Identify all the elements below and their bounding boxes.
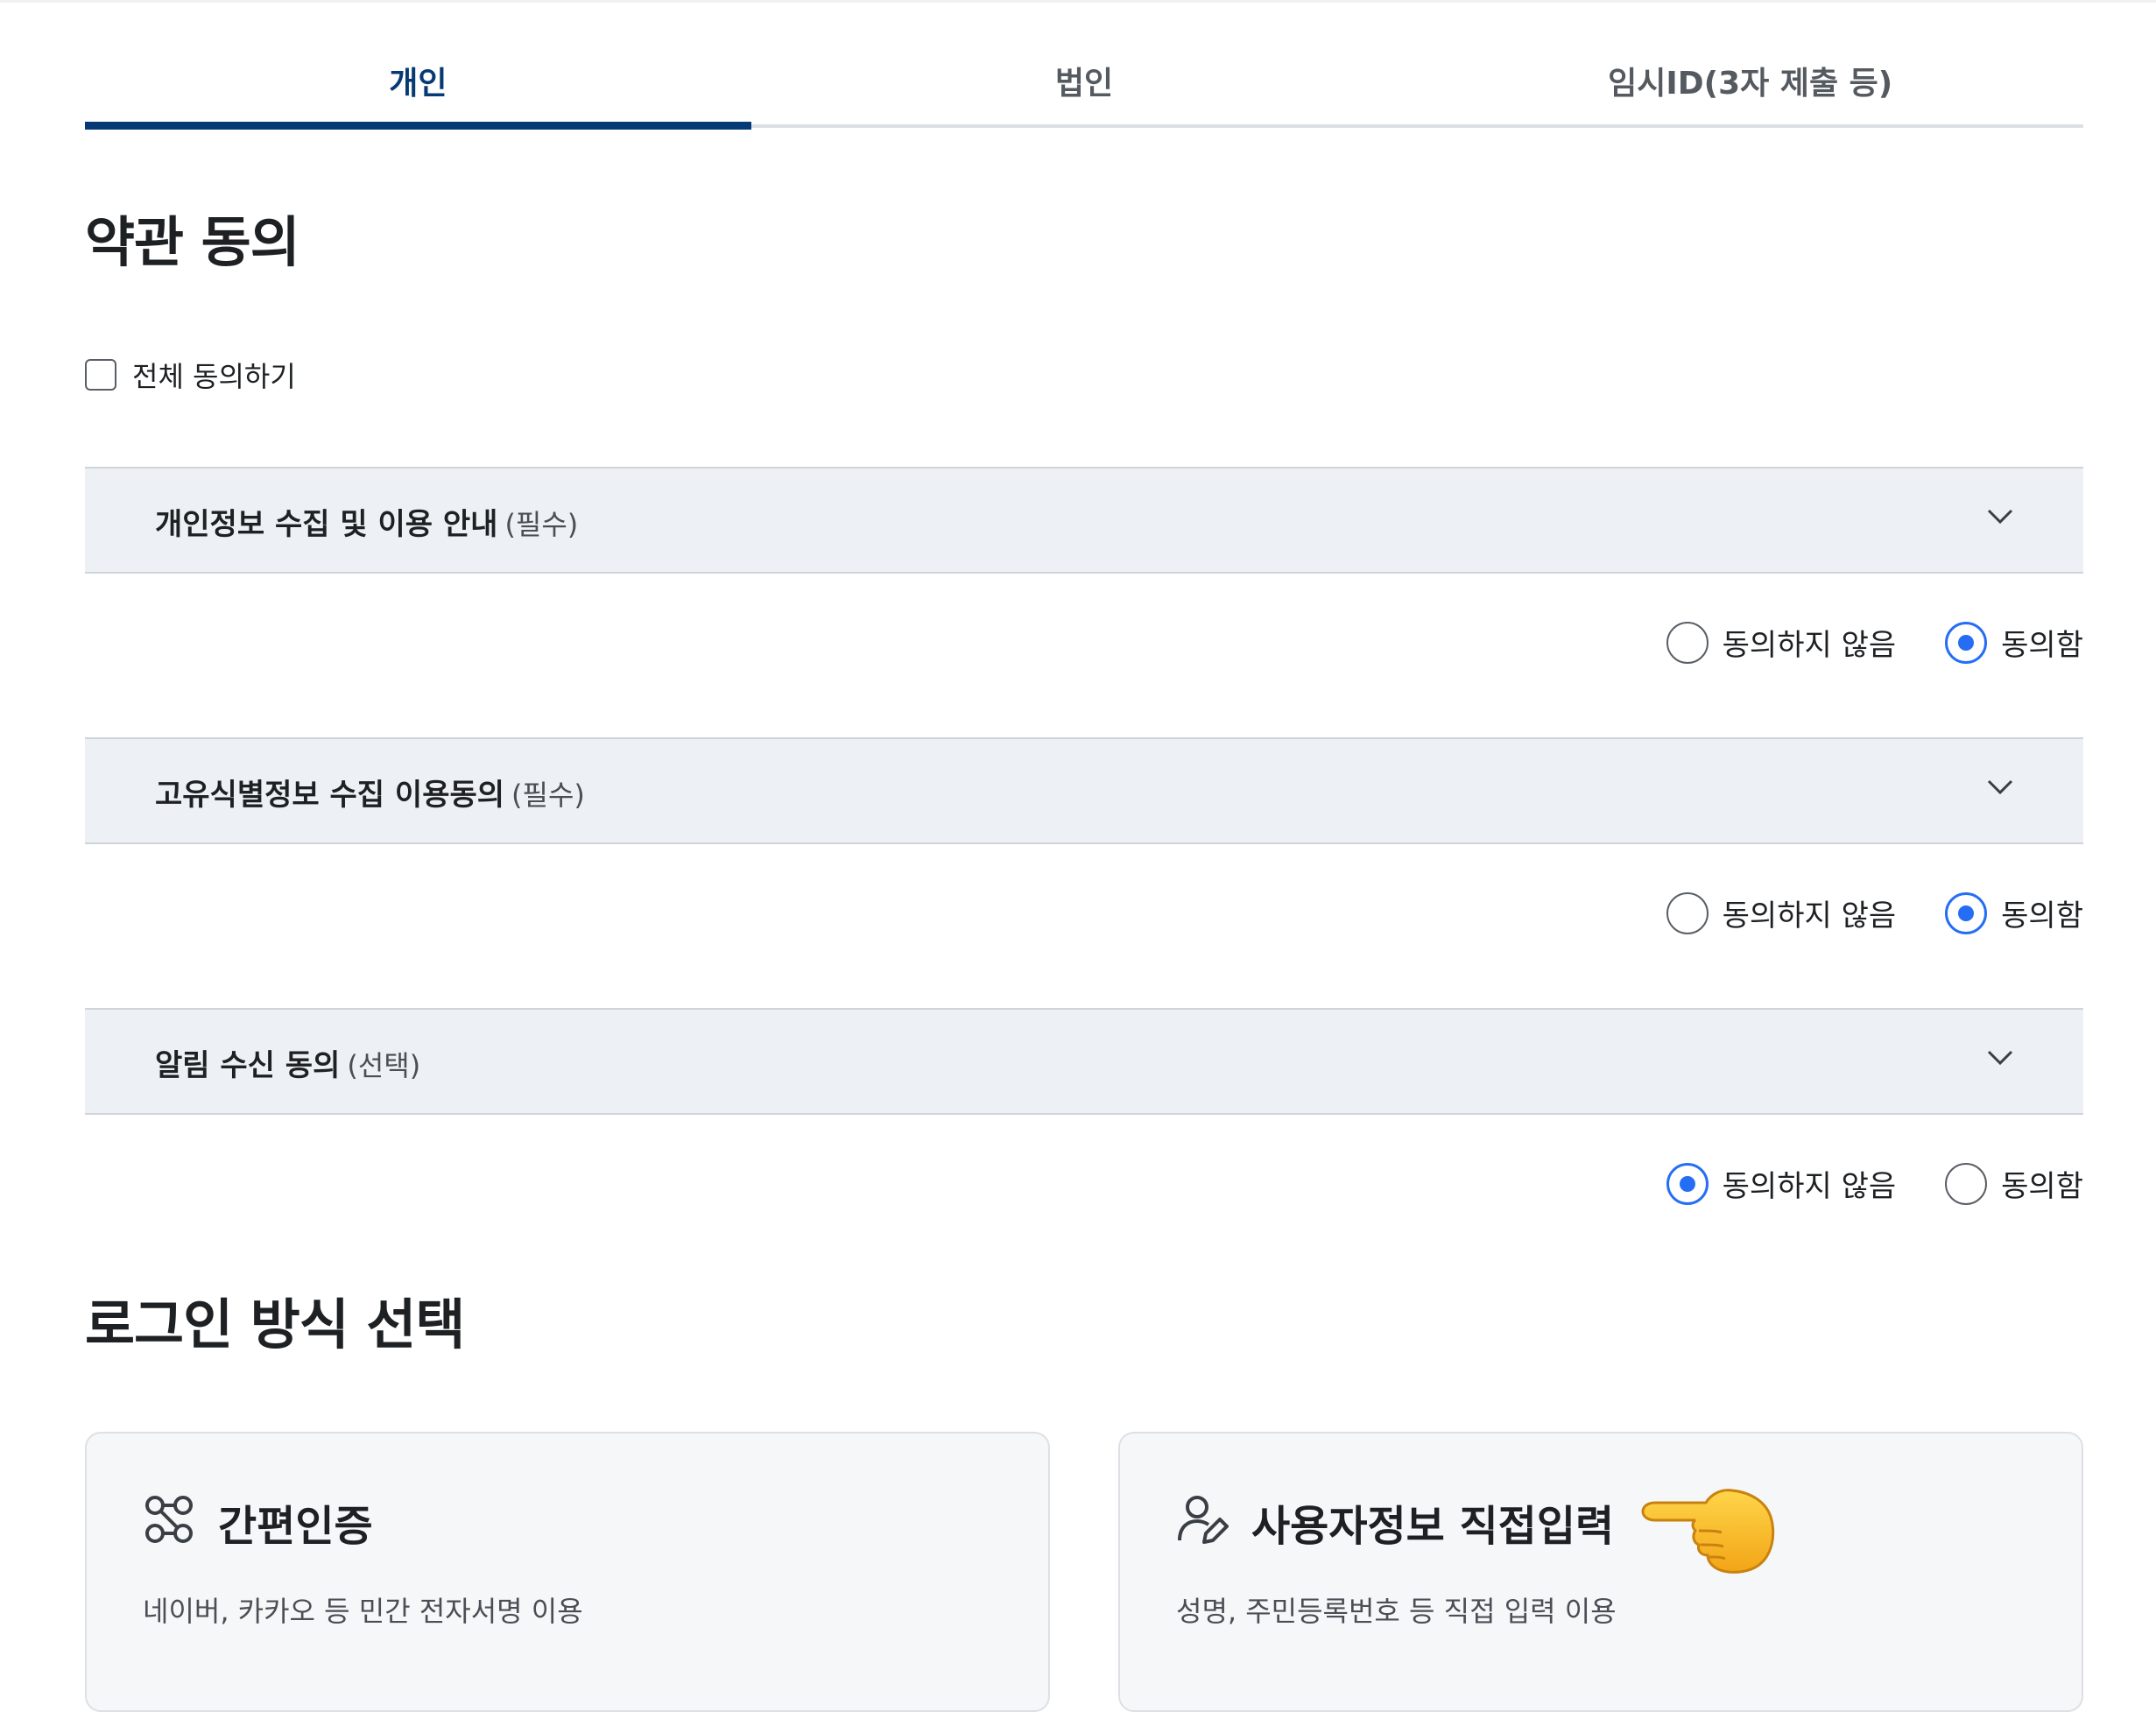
disagree-radio[interactable] bbox=[1666, 621, 1709, 664]
accordion-title: 고유식별정보 수집 이용동의 (필수) bbox=[155, 771, 585, 814]
optional-tag: (선택) bbox=[347, 1049, 421, 1082]
chevron-down-icon[interactable] bbox=[1987, 509, 2013, 525]
required-tag: (필수) bbox=[504, 508, 579, 541]
agree-option[interactable]: 동의함 bbox=[1945, 1162, 2083, 1205]
simple-auth-card[interactable]: 간편인증 네이버, 카카오 등 민간 전자서명 이용 bbox=[85, 1432, 1050, 1712]
accordion-title: 개인정보 수집 및 이용 안내 (필수) bbox=[155, 500, 578, 543]
accordion-title: 알림 수신 동의 (선택) bbox=[155, 1041, 420, 1084]
card-title: 간편인증 bbox=[218, 1502, 373, 1551]
agree-option[interactable]: 동의함 bbox=[1945, 891, 2083, 934]
accordion-privacy-collection[interactable]: 개인정보 수집 및 이용 안내 (필수) bbox=[85, 467, 2083, 574]
consent-radio-group-3: 동의하지 않음 동의함 bbox=[1666, 1162, 2083, 1205]
disagree-radio[interactable] bbox=[1666, 891, 1709, 934]
accordion-title-text: 고유식별정보 수집 이용동의 bbox=[155, 778, 505, 813]
all-agree-checkbox[interactable] bbox=[85, 359, 116, 391]
agree-radio[interactable] bbox=[1945, 891, 1988, 934]
tab-corporation[interactable]: 법인 bbox=[750, 35, 1418, 128]
agree-label: 동의함 bbox=[2001, 628, 2083, 663]
required-tag: (필수) bbox=[511, 779, 585, 812]
chevron-down-icon[interactable] bbox=[1987, 779, 2013, 795]
agree-radio[interactable] bbox=[1945, 621, 1988, 664]
accordion-notification-consent[interactable]: 알림 수신 동의 (선택) bbox=[85, 1008, 2083, 1115]
agree-label: 동의함 bbox=[2001, 898, 2083, 933]
login-method-title: 로그인 방식 선택 bbox=[85, 1293, 465, 1356]
card-description: 성명, 주민등록번호 등 직접 입력 이용 bbox=[1176, 1595, 1617, 1628]
card-description: 네이버, 카카오 등 민간 전자서명 이용 bbox=[143, 1595, 583, 1628]
disagree-label: 동의하지 않음 bbox=[1722, 898, 1897, 933]
consent-radio-group-2: 동의하지 않음 동의함 bbox=[1666, 891, 2083, 934]
accordion-unique-id-collection[interactable]: 고유식별정보 수집 이용동의 (필수) bbox=[85, 737, 2083, 844]
accordion-title-text: 개인정보 수집 및 이용 안내 bbox=[155, 507, 498, 542]
chevron-down-icon[interactable] bbox=[1987, 1050, 2013, 1066]
terms-title: 약관 동의 bbox=[85, 210, 300, 274]
tab-individual[interactable]: 개인 bbox=[85, 35, 751, 130]
disagree-option[interactable]: 동의하지 않음 bbox=[1666, 621, 1897, 664]
all-agree-checkbox-row[interactable]: 전체 동의하기 bbox=[85, 355, 296, 395]
disagree-option[interactable]: 동의하지 않음 bbox=[1666, 1162, 1897, 1205]
card-title: 사용자정보 직접입력 bbox=[1251, 1502, 1615, 1551]
disagree-label: 동의하지 않음 bbox=[1722, 1169, 1897, 1204]
agree-label: 동의함 bbox=[2001, 1169, 2083, 1204]
agree-radio[interactable] bbox=[1945, 1162, 1988, 1205]
disagree-radio[interactable] bbox=[1666, 1162, 1709, 1205]
direct-input-card[interactable]: 사용자정보 직접입력 성명, 주민등록번호 등 직접 입력 이용 bbox=[1118, 1432, 2083, 1712]
tab-temporary-id[interactable]: 임시ID(3자 제출 등) bbox=[1417, 35, 2083, 128]
user-edit-icon bbox=[1178, 1496, 1229, 1544]
agree-option[interactable]: 동의함 bbox=[1945, 621, 2083, 664]
all-agree-label: 전체 동의하기 bbox=[132, 360, 296, 393]
disagree-option[interactable]: 동의하지 않음 bbox=[1666, 891, 1897, 934]
consent-radio-group-1: 동의하지 않음 동의함 bbox=[1666, 621, 2083, 664]
user-type-tabs: 개인 법인 임시ID(3자 제출 등) bbox=[85, 35, 2083, 130]
pointing-hand-icon bbox=[1641, 1489, 1775, 1574]
connection-icon bbox=[145, 1496, 193, 1543]
top-shadow bbox=[0, 0, 2156, 3]
accordion-title-text: 알림 수신 동의 bbox=[155, 1048, 341, 1083]
disagree-label: 동의하지 않음 bbox=[1722, 628, 1897, 663]
